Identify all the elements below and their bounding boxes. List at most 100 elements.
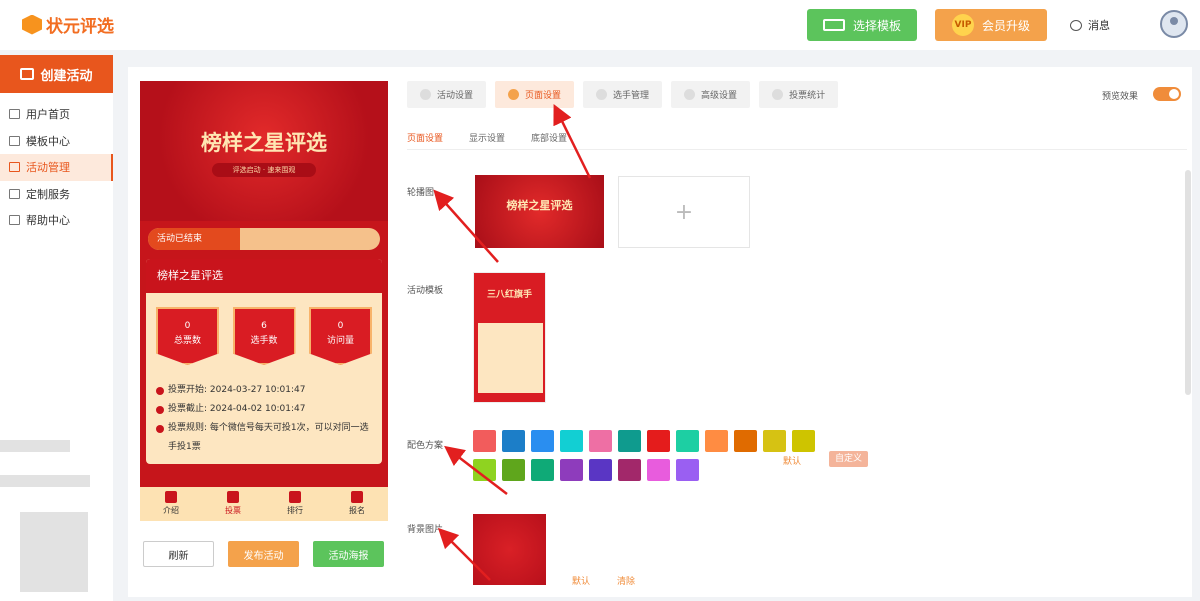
tab-page-settings[interactable]: 页面设置 (495, 81, 575, 108)
service-icon (9, 188, 20, 199)
bar-chart-icon (289, 491, 301, 503)
scrollbar[interactable] (1185, 170, 1191, 395)
template-label: 活动模板 (407, 286, 444, 296)
ticket-icon (9, 162, 20, 173)
stat-visits: 0 访问量 (309, 307, 372, 365)
tab-contestant-management[interactable]: 选手管理 (583, 81, 663, 108)
activity-card: 榜样之星评选 0 总票数 6 选手数 0 访问量 投票开始: 2024-03-27 1… (146, 259, 382, 464)
color-swatch[interactable] (531, 459, 554, 481)
color-swatch[interactable] (589, 459, 612, 481)
background-image[interactable] (473, 514, 546, 585)
carousel-label: 轮播图 (407, 188, 435, 198)
tab-advanced-settings[interactable]: 高级设置 (671, 81, 751, 108)
sidebar-item-custom-service[interactable]: 定制服务 (0, 181, 113, 208)
color-default-button[interactable]: 默认 (783, 454, 801, 467)
subtab-page-settings[interactable]: 页面设置 (407, 131, 443, 144)
color-scheme-label: 配色方案 (407, 441, 444, 451)
carousel-image[interactable]: 榜样之星评选 (475, 175, 604, 248)
color-custom-button[interactable]: 自定义 (829, 451, 868, 467)
plus-icon: + (674, 199, 694, 225)
activity-status: 活动已结束 (148, 228, 380, 250)
color-swatch[interactable] (560, 430, 583, 452)
color-swatch[interactable] (676, 430, 699, 452)
sidebar-item-activity-management[interactable]: 活动管理 (0, 154, 113, 181)
tab-activity-settings[interactable]: 活动设置 (407, 81, 487, 108)
phone-tab-label: 介绍 (163, 506, 179, 515)
vip-icon: VIP (951, 14, 974, 36)
subtab-display-settings[interactable]: 显示设置 (469, 131, 505, 144)
color-swatch[interactable] (647, 459, 670, 481)
poster-button[interactable]: 活动海报 (313, 541, 384, 567)
color-swatch[interactable] (734, 430, 757, 452)
tab-label: 高级设置 (701, 91, 738, 101)
sidebar-item-label: 帮助中心 (26, 214, 70, 228)
sidebar-item-label: 定制服务 (26, 187, 70, 201)
edit-icon (351, 491, 363, 503)
tab-vote-statistics[interactable]: 投票统计 (759, 81, 839, 108)
select-template-button[interactable]: 选择模板 (807, 9, 917, 41)
color-swatch[interactable] (647, 430, 670, 452)
color-swatch[interactable] (618, 430, 641, 452)
color-swatches (473, 430, 815, 481)
background-clear-button[interactable]: 清除 (617, 574, 635, 587)
banner-title: 榜样之星评选 (201, 130, 327, 155)
sidebar-item-label: 模板中心 (26, 134, 70, 148)
tab-label: 投票统计 (789, 91, 826, 101)
create-label: 创建活动 (40, 68, 93, 84)
blurred-region (0, 475, 90, 487)
template-thumbnail[interactable]: 三八红旗手 (473, 272, 546, 403)
vote-start-text: 投票开始: 2024-03-27 10:01:47 (168, 385, 306, 395)
color-swatch[interactable] (473, 430, 496, 452)
color-swatch[interactable] (763, 430, 786, 452)
blurred-region (0, 440, 70, 452)
sidebar-item-templates[interactable]: 模板中心 (0, 128, 113, 155)
color-swatch[interactable] (502, 430, 525, 452)
background-default-button[interactable]: 默认 (572, 574, 590, 587)
vip-upgrade-button[interactable]: VIP 会员升级 (935, 9, 1047, 41)
template-card (478, 323, 543, 393)
phone-tab-ranking[interactable]: 排行 (264, 487, 326, 521)
vip-upgrade-label: 会员升级 (981, 18, 1030, 33)
book-icon (165, 491, 177, 503)
preview-toggle[interactable] (1153, 87, 1181, 101)
color-swatch[interactable] (502, 459, 525, 481)
stat-value: 6 (261, 321, 267, 331)
rule-icon (156, 425, 164, 433)
logo[interactable]: 状元评选 (22, 12, 114, 37)
subtab-footer-settings[interactable]: 底部设置 (531, 131, 567, 144)
color-swatch[interactable] (792, 430, 815, 452)
vote-end: 投票截止: 2024-04-02 10:01:47 (156, 400, 372, 419)
stat-value: 0 (337, 321, 344, 331)
avatar[interactable] (1160, 10, 1188, 38)
settings-icon (420, 89, 431, 100)
color-swatch[interactable] (531, 430, 554, 452)
create-activity-button[interactable]: 创建活动 (0, 55, 113, 93)
tab-label: 页面设置 (525, 91, 562, 101)
preview-label: 预览效果 (1102, 92, 1139, 102)
color-swatch[interactable] (676, 459, 699, 481)
background-label: 背景图片 (407, 525, 444, 535)
phone-tab-intro[interactable]: 介绍 (140, 487, 202, 521)
refresh-button[interactable]: 刷新 (143, 541, 214, 567)
stat-total-votes: 0 总票数 (156, 307, 219, 365)
status-label: 活动已结束 (148, 228, 240, 250)
select-template-label: 选择模板 (852, 18, 901, 33)
message-button[interactable]: 消息 (1070, 17, 1110, 33)
color-swatch[interactable] (589, 430, 612, 452)
phone-tab-vote[interactable]: 投票 (202, 487, 264, 521)
color-swatch[interactable] (473, 459, 496, 481)
color-swatch[interactable] (618, 459, 641, 481)
color-swatch[interactable] (705, 430, 728, 452)
color-swatch[interactable] (560, 459, 583, 481)
publish-button[interactable]: 发布活动 (228, 541, 299, 567)
logo-icon (22, 14, 42, 35)
phone-tab-bar: 介绍 投票 排行 报名 (140, 487, 388, 521)
brand-name: 状元评选 (46, 17, 114, 37)
sidebar-item-home[interactable]: 用户首页 (0, 101, 113, 128)
phone-tab-signup[interactable]: 报名 (326, 487, 388, 521)
divider (407, 149, 1187, 150)
blurred-qr-code (20, 512, 88, 592)
vote-icon (227, 491, 239, 503)
add-carousel-button[interactable]: + (618, 176, 750, 248)
sidebar-item-help[interactable]: 帮助中心 (0, 207, 113, 234)
